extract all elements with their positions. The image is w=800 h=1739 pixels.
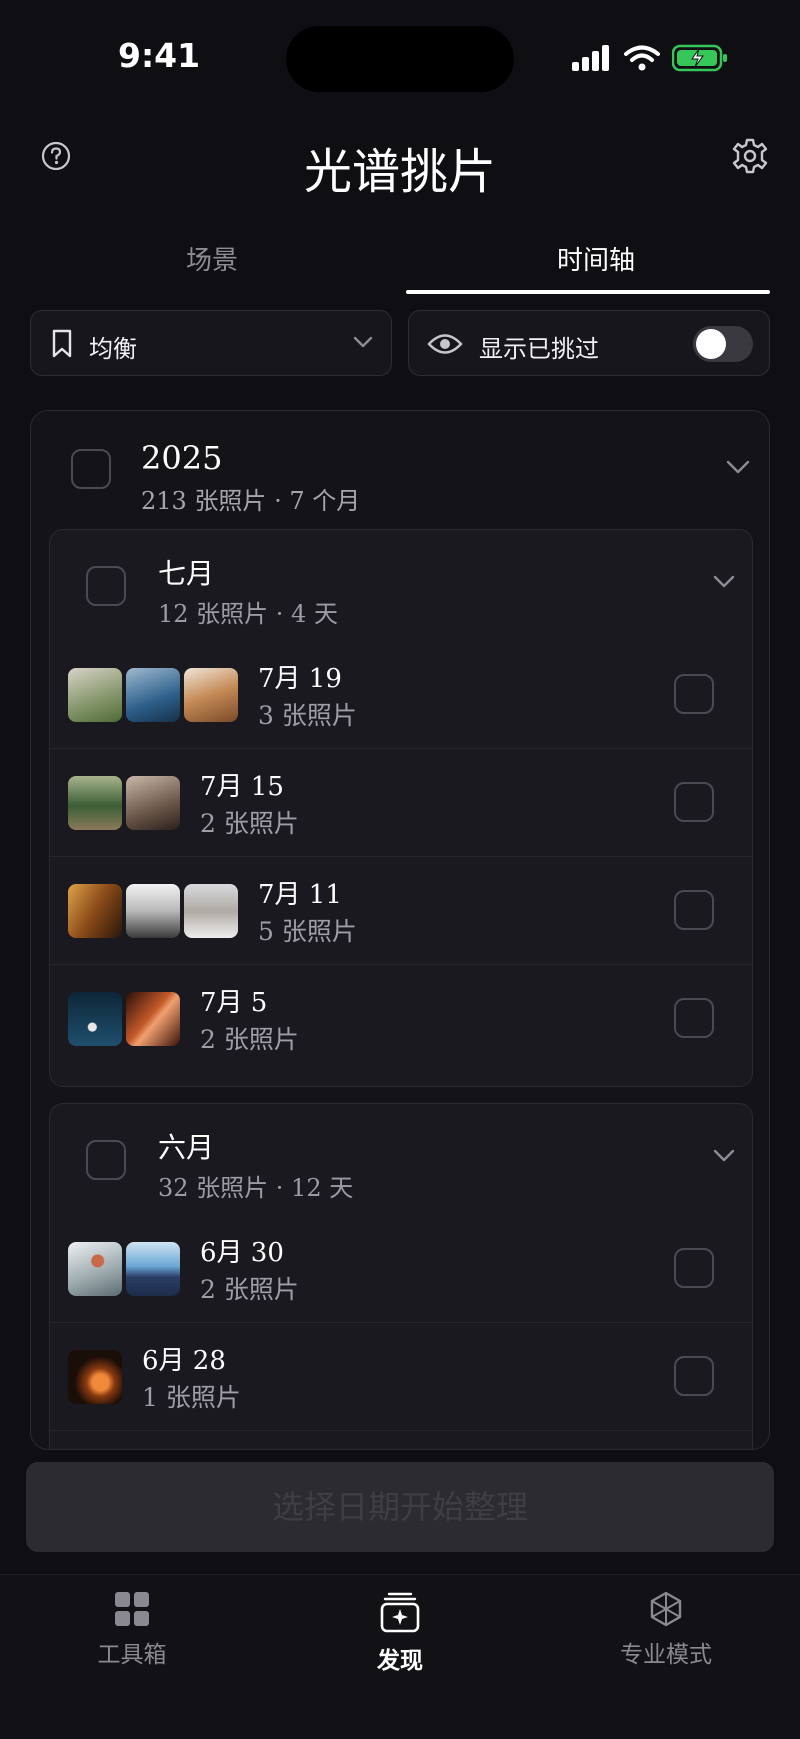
year-title: 2025 <box>141 439 223 477</box>
day-checkbox[interactable] <box>674 782 714 822</box>
photo-thumbnail[interactable] <box>68 668 122 722</box>
day-count: 3 张照片 <box>258 701 357 730</box>
day-date: 7月 11 <box>258 880 342 910</box>
photo-thumbnail[interactable] <box>184 668 238 722</box>
grid-icon <box>115 1592 149 1626</box>
month-subtitle: 32 张照片 · 12 天 <box>158 1174 354 1202</box>
mode-label: 均衡 <box>89 335 137 363</box>
nav-label: 发现 <box>377 1648 423 1674</box>
day-date: 6月 30 <box>200 1238 284 1268</box>
photo-thumbnail[interactable] <box>126 668 180 722</box>
battery-icon <box>672 44 727 72</box>
day-checkbox[interactable] <box>674 1356 714 1396</box>
day-date: 7月 19 <box>258 664 342 694</box>
month-title: 六月 <box>158 1131 215 1164</box>
photo-thumbnail[interactable] <box>126 776 180 830</box>
discover-icon <box>380 1592 420 1633</box>
gear-icon <box>732 138 768 174</box>
day-row[interactable]: 7月 15 2 张照片 <box>50 748 752 857</box>
day-checkbox[interactable] <box>674 998 714 1038</box>
day-count: 1 张照片 <box>142 1383 241 1412</box>
status-time: 9:41 <box>118 36 201 75</box>
year-collapse-chevron-icon[interactable] <box>725 459 751 475</box>
photo-thumbnail[interactable] <box>68 1242 122 1296</box>
month-subtitle: 12 张照片 · 4 天 <box>158 600 338 628</box>
month-card-july: 七月 12 张照片 · 4 天 7月 19 3 张照片 7月 15 2 张照片 … <box>49 529 753 1087</box>
year-subtitle: 213 张照片 · 7 个月 <box>141 487 361 515</box>
day-date: 7月 15 <box>200 772 284 802</box>
day-row[interactable]: 7月 19 3 张照片 <box>50 640 752 749</box>
eye-icon <box>427 334 463 354</box>
day-row[interactable]: 7月 11 5 张照片 <box>50 856 752 965</box>
cube-icon <box>650 1591 682 1627</box>
day-count: 2 张照片 <box>200 1025 299 1054</box>
nav-discover[interactable]: 发现 <box>300 1591 500 1675</box>
tab-timeline[interactable]: 时间轴 <box>406 240 786 277</box>
photo-thumbnail[interactable] <box>68 776 122 830</box>
bookmark-icon <box>52 329 72 358</box>
day-row[interactable]: 6月 28 1 张照片 <box>50 1322 752 1431</box>
photo-thumbnail[interactable] <box>68 884 122 938</box>
day-count: 5 张照片 <box>258 917 357 946</box>
photo-thumbnail[interactable] <box>184 884 238 938</box>
day-count: 2 张照片 <box>200 809 299 838</box>
start-organizing-button[interactable]: 选择日期开始整理 <box>26 1462 774 1552</box>
bottom-tab-bar: 工具箱 发现 专业模式 <box>0 1574 800 1739</box>
month-card-june: 六月 32 张照片 · 12 天 6月 30 2 张照片 6月 28 1 张照片 <box>49 1103 753 1449</box>
show-picked-label: 显示已挑过 <box>479 335 599 363</box>
photo-thumbnail[interactable] <box>68 1350 122 1404</box>
mode-dropdown[interactable]: 均衡 <box>30 310 392 376</box>
toggle-knob <box>696 329 726 359</box>
show-picked-filter: 显示已挑过 <box>408 310 770 376</box>
day-date: 6月 28 <box>142 1346 226 1376</box>
nav-label: 专业模式 <box>620 1642 712 1668</box>
settings-button[interactable] <box>730 136 770 176</box>
day-checkbox[interactable] <box>674 674 714 714</box>
nav-pro-mode[interactable]: 专业模式 <box>566 1591 766 1669</box>
month-collapse-chevron-icon[interactable] <box>712 574 736 590</box>
day-checkbox[interactable] <box>674 1248 714 1288</box>
photo-thumbnail[interactable] <box>68 992 122 1046</box>
active-tab-indicator <box>406 290 770 294</box>
tab-scene[interactable]: 场景 <box>22 240 402 277</box>
photo-thumbnail[interactable] <box>126 884 180 938</box>
signal-icon <box>572 45 609 71</box>
app-title: 光谱挑片 <box>303 144 496 200</box>
month-checkbox[interactable] <box>86 1140 126 1180</box>
show-picked-toggle[interactable] <box>693 326 753 362</box>
photo-thumbnail[interactable] <box>126 1242 180 1296</box>
year-card: 2025 213 张照片 · 7 个月 七月 12 张照片 · 4 天 7月 1… <box>30 410 770 1450</box>
day-row[interactable]: 6月 30 2 张照片 <box>50 1214 752 1323</box>
chevron-down-icon <box>353 336 373 348</box>
year-checkbox[interactable] <box>71 449 111 489</box>
photo-thumbnail[interactable] <box>126 992 180 1046</box>
dynamic-island <box>286 26 514 92</box>
nav-label: 工具箱 <box>97 1642 167 1668</box>
day-date: 7月 5 <box>200 988 268 1018</box>
nav-toolbox[interactable]: 工具箱 <box>32 1591 232 1669</box>
wifi-icon <box>624 45 660 71</box>
status-indicators <box>572 44 728 72</box>
day-checkbox[interactable] <box>674 890 714 930</box>
day-row[interactable]: 7月 5 2 张照片 <box>50 964 752 1072</box>
day-count: 2 张照片 <box>200 1275 299 1304</box>
month-collapse-chevron-icon[interactable] <box>712 1148 736 1164</box>
month-title: 七月 <box>158 557 215 590</box>
month-checkbox[interactable] <box>86 566 126 606</box>
